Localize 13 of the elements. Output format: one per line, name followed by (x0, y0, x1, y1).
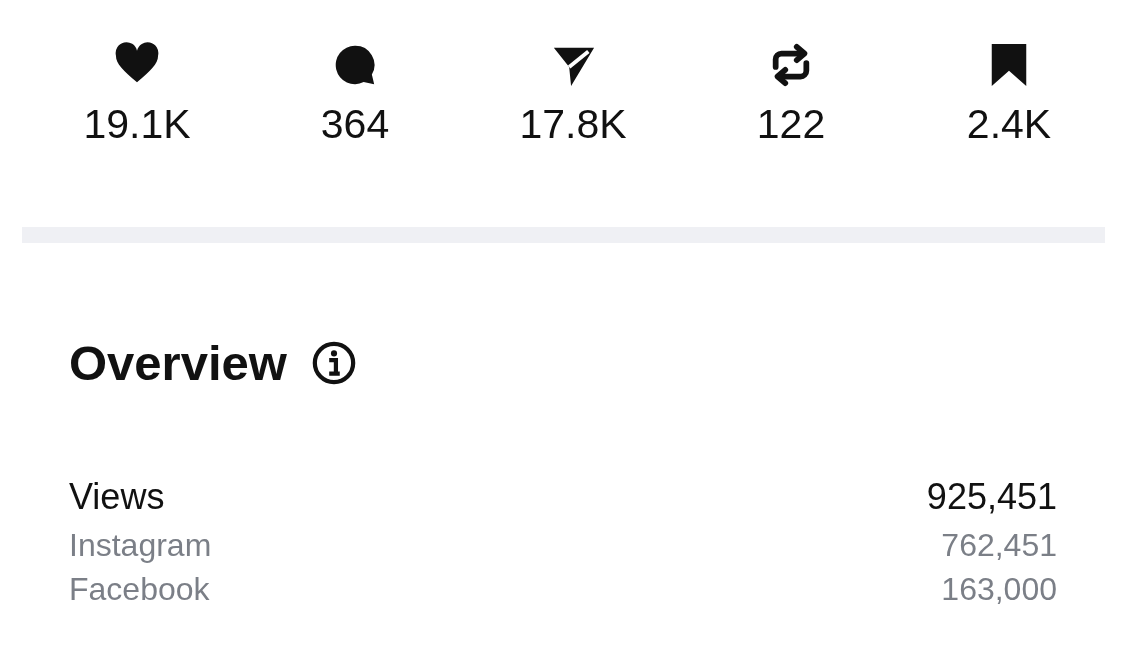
section-title: Overview (69, 335, 287, 391)
info-icon[interactable] (310, 340, 357, 386)
metric-label: Views (69, 475, 165, 519)
metric-value: 762,451 (941, 526, 1057, 565)
stat-count: 17.8K (519, 102, 627, 146)
stat-count: 122 (756, 102, 826, 146)
stat-count: 2.4K (966, 102, 1052, 146)
metric-value: 925,451 (926, 475, 1057, 519)
stat-count: 364 (320, 102, 390, 146)
stat-count: 19.1K (83, 102, 191, 146)
metric-value: 163,000 (941, 570, 1057, 609)
metric-label: Instagram (69, 526, 212, 565)
metric-label: Facebook (69, 570, 210, 609)
